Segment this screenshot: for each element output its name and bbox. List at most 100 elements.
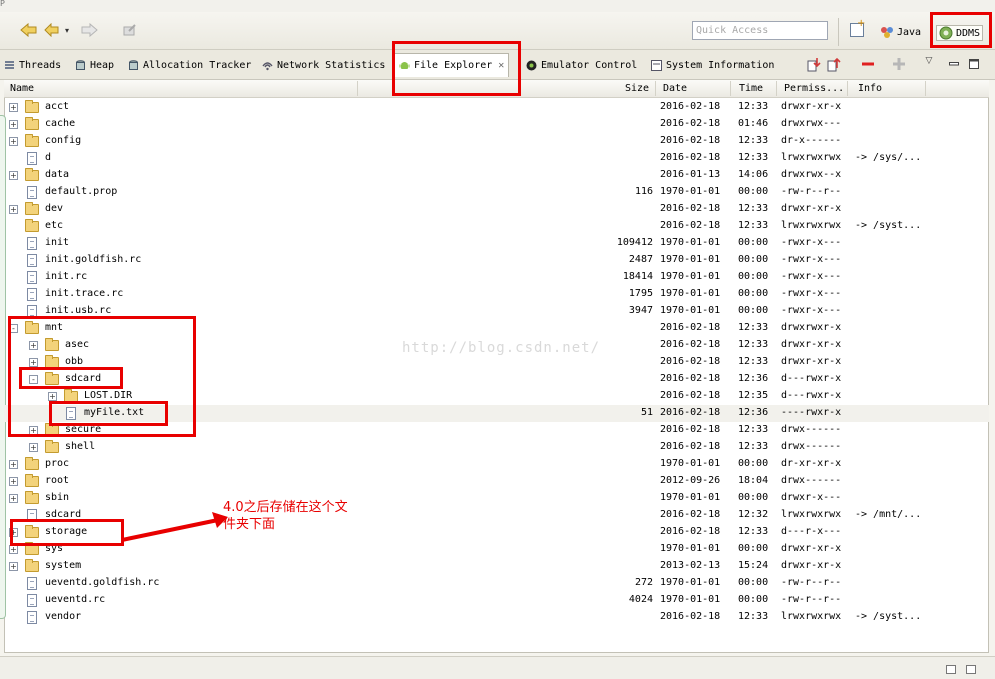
minimize-icon[interactable]	[946, 56, 962, 72]
expand-icon[interactable]: +	[9, 477, 18, 486]
table-row[interactable]: - sdcard 2016-02-18 12:36 d---rwxr-x	[4, 371, 989, 388]
pin-editor-icon[interactable]	[122, 20, 138, 40]
row-name: acct	[45, 101, 70, 112]
expand-icon[interactable]: +	[9, 205, 18, 214]
tab-threads[interactable]: Threads	[4, 56, 61, 74]
expand-icon[interactable]: +	[9, 528, 18, 537]
table-row[interactable]: init.trace.rc 1795 1970-01-01 00:00 -rwxr-x-…	[4, 286, 989, 303]
row-info: -> /sys/...	[855, 152, 922, 163]
column-header-size[interactable]: Size	[625, 83, 649, 94]
tab-emulator-control[interactable]: Emulator Control	[526, 56, 637, 74]
column-header-time[interactable]: Time	[739, 83, 763, 94]
table-row[interactable]: init.rc 18414 1970-01-01 00:00 -rwxr-x---	[4, 269, 989, 286]
column-divider[interactable]	[776, 81, 777, 96]
table-row[interactable]: + sbin 1970-01-01 00:00 drwxr-x---	[4, 490, 989, 507]
tab-heap[interactable]: Heap	[75, 56, 114, 74]
tab-system-information[interactable]: System Information	[651, 56, 774, 74]
maximize-icon[interactable]	[966, 56, 982, 72]
back-dropdown-icon[interactable]	[44, 20, 62, 40]
table-row[interactable]: ueventd.goldfish.rc 272 1970-01-01 00:00 -rw…	[4, 575, 989, 592]
file-icon	[27, 611, 37, 624]
row-time: 01:46	[738, 118, 769, 129]
table-row[interactable]: myFile.txt 51 2016-02-18 12:36 ----rwxr-x	[4, 405, 989, 422]
view-menu-icon[interactable]: ▽	[921, 53, 937, 69]
tab-allocation-tracker[interactable]: Allocation Tracker	[128, 56, 251, 74]
row-size: 2487	[628, 254, 653, 265]
column-header-permissions[interactable]: Permiss...	[784, 83, 844, 94]
expand-icon[interactable]: +	[9, 137, 18, 146]
table-row[interactable]: default.prop 116 1970-01-01 00:00 -rw-r--r--	[4, 184, 989, 201]
expand-icon[interactable]: +	[9, 562, 18, 571]
table-row[interactable]: + proc 1970-01-01 00:00 dr-xr-xr-x	[4, 456, 989, 473]
column-header-info[interactable]: Info	[858, 83, 882, 94]
tab-file-explorer[interactable]: File Explorer ✕	[394, 53, 510, 77]
expand-icon[interactable]: +	[9, 545, 18, 554]
row-name: ueventd.goldfish.rc	[45, 577, 160, 588]
expand-icon[interactable]: +	[9, 171, 18, 180]
bottom-maximize-icon[interactable]	[966, 665, 976, 674]
table-row[interactable]: + LOST.DIR 2016-02-18 12:35 d---rwxr-x	[4, 388, 989, 405]
expand-icon[interactable]: +	[9, 494, 18, 503]
row-date: 2016-02-18	[660, 407, 721, 418]
file-icon	[27, 271, 37, 284]
table-row[interactable]: - mnt 2016-02-18 12:33 drwxrwxr-x	[4, 320, 989, 337]
table-row[interactable]: vendor 2016-02-18 12:33 lrwxrwxrwx -> /syst.…	[4, 609, 989, 626]
column-divider[interactable]	[357, 81, 358, 96]
column-divider[interactable]	[925, 81, 926, 96]
row-info: -> /syst...	[855, 220, 922, 231]
back-icon[interactable]	[20, 20, 38, 40]
row-time: 00:00	[738, 577, 769, 588]
column-header-date[interactable]: Date	[663, 83, 687, 94]
table-row[interactable]: + root 2012-09-26 18:04 drwx------	[4, 473, 989, 490]
collapse-icon[interactable]: -	[29, 375, 38, 384]
table-row[interactable]: init.goldfish.rc 2487 1970-01-01 00:00 -rwxr…	[4, 252, 989, 269]
expand-icon[interactable]: +	[9, 120, 18, 129]
ddms-perspective-button[interactable]: DDMS	[936, 25, 984, 41]
table-row[interactable]: + system 2013-02-13 15:24 drwxr-xr-x	[4, 558, 989, 575]
table-row[interactable]: etc 2016-02-18 12:33 lrwxrwxrwx -> /syst...	[4, 218, 989, 235]
table-row[interactable]: ueventd.rc 4024 1970-01-01 00:00 -rw-r--r--	[4, 592, 989, 609]
expand-icon[interactable]: +	[29, 358, 38, 367]
ddms-perspective-icon	[939, 26, 953, 40]
row-permissions: -rwxr-x---	[781, 305, 842, 316]
table-row[interactable]: + dev 2016-02-18 12:33 drwxr-xr-x	[4, 201, 989, 218]
table-row[interactable]: d 2016-02-18 12:33 lrwxrwxrwx -> /sys/...	[4, 150, 989, 167]
pull-file-icon[interactable]	[806, 56, 822, 72]
table-row[interactable]: + secure 2016-02-18 12:33 drwx------	[4, 422, 989, 439]
table-row[interactable]: + acct 2016-02-18 12:33 drwxr-xr-x	[4, 99, 989, 116]
expand-icon[interactable]: +	[29, 426, 38, 435]
close-icon[interactable]: ✕	[498, 60, 504, 71]
row-date: 1970-01-01	[660, 237, 721, 248]
table-row[interactable]: + config 2016-02-18 12:33 dr-x------	[4, 133, 989, 150]
table-row[interactable]: + obb 2016-02-18 12:33 drwxr-xr-x	[4, 354, 989, 371]
tab-label: Emulator Control	[541, 59, 638, 71]
expand-icon[interactable]: +	[29, 443, 38, 452]
expand-icon[interactable]: +	[48, 392, 57, 401]
folder-icon	[25, 100, 39, 113]
bottom-minimize-icon[interactable]	[946, 665, 956, 674]
folder-icon	[25, 559, 39, 572]
table-row[interactable]: + shell 2016-02-18 12:33 drwx------	[4, 439, 989, 456]
file-icon	[27, 186, 37, 199]
chevron-down-icon[interactable]: ▾	[63, 20, 71, 40]
column-divider[interactable]	[847, 81, 848, 96]
push-file-icon[interactable]	[826, 56, 842, 72]
table-row[interactable]: + cache 2016-02-18 01:46 drwxrwx---	[4, 116, 989, 133]
column-divider[interactable]	[655, 81, 656, 96]
table-row[interactable]: init 109412 1970-01-01 00:00 -rwxr-x---	[4, 235, 989, 252]
open-perspective-icon[interactable]	[850, 18, 865, 37]
tab-network-statistics[interactable]: Network Statistics	[262, 56, 385, 74]
expand-icon[interactable]: +	[9, 103, 18, 112]
delete-icon[interactable]	[860, 56, 876, 72]
quick-access-input[interactable]: Quick Access	[692, 21, 828, 40]
column-divider[interactable]	[730, 81, 731, 96]
column-header-name[interactable]: Name	[10, 83, 34, 94]
collapse-icon[interactable]: -	[9, 324, 18, 333]
table-row[interactable]: + data 2016-01-13 14:06 drwxrwx--x	[4, 167, 989, 184]
forward-icon[interactable]	[80, 20, 98, 40]
expand-icon[interactable]: +	[9, 460, 18, 469]
java-perspective-button[interactable]: Java	[880, 24, 921, 40]
table-row[interactable]: init.usb.rc 3947 1970-01-01 00:00 -rwxr-x---	[4, 303, 989, 320]
new-folder-icon[interactable]	[891, 56, 907, 72]
expand-icon[interactable]: +	[29, 341, 38, 350]
